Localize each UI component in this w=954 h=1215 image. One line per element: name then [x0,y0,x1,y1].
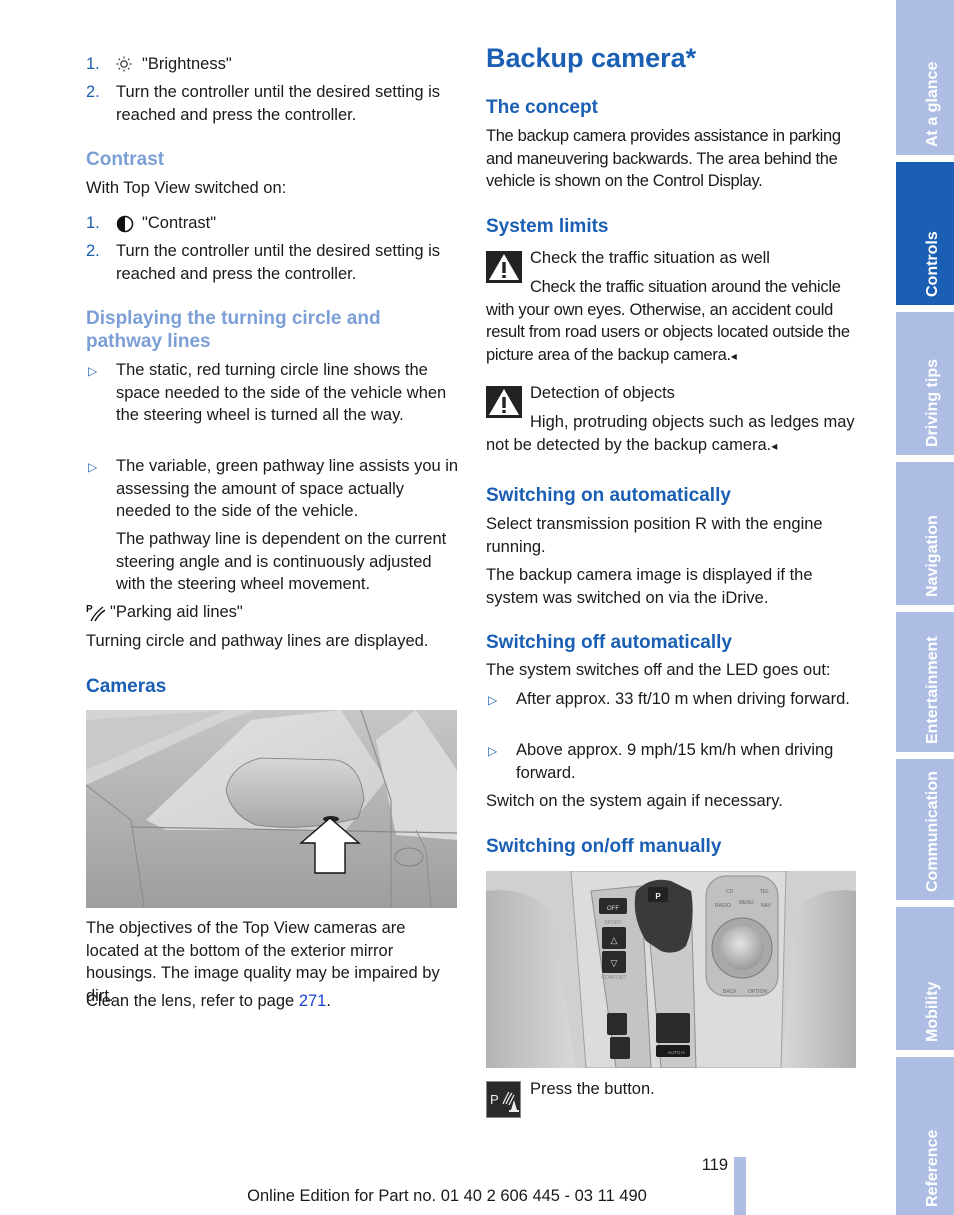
svg-text:OPTION: OPTION [748,989,768,995]
pdc-button-icon: P [486,1081,521,1118]
svg-text:▽: ▽ [611,958,618,968]
console-sport-label: SPORT [604,920,621,926]
tab-navigation[interactable]: Navigation [896,462,954,605]
switch-on-auto-heading: Switching on automatically [486,485,731,506]
tab-at-a-glance[interactable]: At a glance [896,0,954,155]
concept-text: The backup camera provides assistance in… [486,127,841,190]
contrast-heading: Contrast [86,149,165,170]
warning-traffic-situation: Check the traffic situation as well Chec… [486,247,856,367]
warning-title: Detection of objects [530,384,675,402]
switch-on-auto-text-2: The backup camera image is displayed if … [486,566,813,607]
tab-driving-tips[interactable]: Driving tips [896,312,954,455]
console-comfort-label: COMFORT [601,975,626,981]
page-number-bar [734,1157,746,1215]
svg-text:AUTO H: AUTO H [668,1050,685,1055]
tab-mobility[interactable]: Mobility [896,907,954,1050]
bullet-triangle-icon: ▷ [488,744,498,758]
tab-reference[interactable]: Reference [896,1057,954,1215]
parking-aid-lines-icon: P [86,602,106,627]
end-marker-icon: ◂ [771,438,778,453]
page-link-271[interactable]: 271 [299,992,327,1010]
switch-off-auto-heading: Switching off automatically [486,632,732,653]
bullet-triangle-icon: ▷ [488,693,498,707]
page-title: Backup camera* [486,43,697,73]
tab-entertainment[interactable]: Entertainment [896,612,954,752]
svg-text:CD: CD [726,889,734,895]
bullet-triangle-icon: ▷ [88,364,98,378]
contrast-intro: With Top View switched on: [86,179,287,197]
switch-on-auto-text-1: Select transmission position R with the … [486,515,823,556]
center-console-controls-illustration: OFF SPORT △ ▽ COMFORT P CD MENU TEL RADI… [486,871,856,1068]
manual-heading: Switching on/off manually [486,836,722,857]
warning-detection-objects: Detection of objects High, protruding ob… [486,382,856,454]
switch-off-outro: Switch on the system again if necessary. [486,792,783,810]
exterior-mirror-camera-illustration [86,710,457,908]
end-marker-icon: ◂ [730,348,737,363]
console-off-label: OFF [607,906,619,912]
warning-text: Check the traffic situation around the v… [486,278,850,364]
bullet-triangle-icon: ▷ [88,460,98,474]
clean-lens-reference: Clean the lens, refer to page 271. [86,992,331,1010]
svg-text:MENU: MENU [739,900,754,906]
svg-text:P: P [86,604,93,615]
system-limits-heading: System limits [486,216,609,237]
footer-edition: Online Edition for Part no. 01 40 2 606 … [247,1187,647,1205]
svg-text:NAV: NAV [761,903,772,909]
switch-off-auto-intro: The system switches off and the LED goes… [486,661,831,679]
warning-text: High, protruding objects such as ledges … [486,413,855,454]
tab-communication[interactable]: Communication [896,759,954,900]
turning-circle-heading: Displaying the turning circle and pathwa… [86,308,381,352]
turning-circle-result: Turning circle and pathway lines are dis… [86,632,429,650]
page-number: 119 [701,1156,728,1174]
svg-text:P: P [490,1092,499,1107]
brightness-sun-icon [116,56,132,77]
tab-controls[interactable]: Controls [896,162,954,305]
svg-text:RADIO: RADIO [715,903,731,909]
cameras-heading: Cameras [86,676,167,697]
contrast-half-circle-icon [116,215,134,238]
turning-bullet-2-subtext: The pathway line is dependent on the cur… [116,530,447,593]
svg-text:△: △ [611,935,618,945]
svg-text:BACK: BACK [723,989,737,995]
press-button-instruction: Press the button. [530,1080,655,1098]
concept-heading: The concept [486,97,598,118]
warning-title: Check the traffic situation as well [530,249,770,267]
svg-text:TEL: TEL [760,889,769,895]
console-gear-label: P [655,892,661,901]
